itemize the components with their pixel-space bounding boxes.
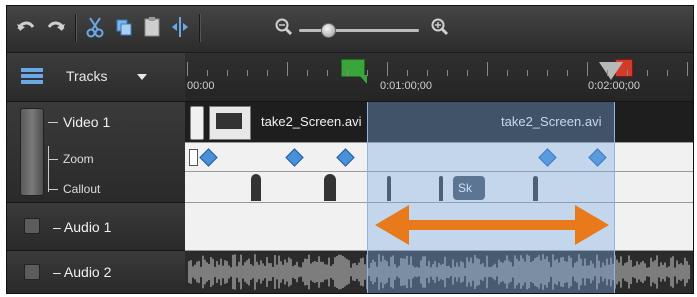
- callout-track-label[interactable]: Callout: [63, 182, 100, 196]
- audio1-label-text: Audio 1: [63, 219, 112, 235]
- toolbar-separator: [199, 14, 201, 42]
- tree-line: [48, 146, 49, 192]
- ruler-tick: [287, 62, 288, 76]
- tree-line: [48, 122, 58, 123]
- lock-icon[interactable]: [24, 218, 40, 234]
- ruler-tick: [227, 70, 228, 76]
- zoom-out-icon[interactable]: [273, 16, 295, 38]
- zoom-slider-knob[interactable]: [321, 23, 336, 38]
- ruler-tick: [547, 70, 548, 76]
- ruler-tick: [407, 70, 408, 76]
- ruler-tick: [367, 70, 368, 76]
- ruler-tick: [487, 62, 488, 76]
- ruler-time-label: 0:02:00;00: [588, 80, 640, 92]
- playhead-handle[interactable]: [599, 62, 623, 80]
- zoom-slider-track[interactable]: [299, 29, 419, 32]
- ruler-tick: [207, 70, 208, 76]
- timeline-window: Tracks Video 1 Zoom Callout – Audio 1 – …: [6, 5, 694, 294]
- ruler-tick: [587, 62, 588, 76]
- video-track-label[interactable]: Video 1: [63, 114, 110, 130]
- zoom-track-label[interactable]: Zoom: [63, 152, 94, 166]
- ruler-tick: [567, 70, 568, 76]
- clip-start-handle[interactable]: [190, 106, 204, 140]
- cut-icon[interactable]: [84, 16, 106, 38]
- video-clip-label[interactable]: take2_Screen.avi: [261, 114, 361, 129]
- ruler-tick: [607, 70, 608, 76]
- chevron-down-icon[interactable]: [137, 74, 147, 80]
- ruler-tick: [267, 70, 268, 76]
- ruler-tick: [447, 70, 448, 76]
- video-thumbnail: [209, 106, 251, 140]
- split-icon[interactable]: [169, 16, 191, 38]
- copy-icon[interactable]: [113, 16, 135, 38]
- ruler-time-label: 0:01:00;00: [380, 80, 432, 92]
- ruler-tick: [527, 70, 528, 76]
- ruler-tick: [687, 62, 688, 76]
- selection-range[interactable]: [367, 102, 615, 293]
- ruler-tick: [647, 70, 648, 76]
- tree-line: [48, 159, 58, 160]
- ruler-tick: [347, 70, 348, 76]
- tracks-list-icon[interactable]: [21, 68, 43, 89]
- ruler-tick: [507, 70, 508, 76]
- ruler-tick: [387, 62, 388, 76]
- ruler-tick: [467, 70, 468, 76]
- undo-icon[interactable]: [15, 16, 37, 38]
- lock-icon[interactable]: [24, 264, 40, 280]
- double-arrow-icon: [375, 205, 609, 245]
- redo-icon[interactable]: [45, 16, 67, 38]
- toolbar-separator: [75, 14, 77, 42]
- audio2-track-label[interactable]: – Audio 2: [53, 264, 111, 280]
- audio2-label-text: Audio 2: [63, 264, 112, 280]
- ruler-tick: [187, 62, 188, 76]
- tracks-dropdown-label[interactable]: Tracks: [66, 68, 107, 84]
- selection-start-pointer: [359, 75, 367, 84]
- ruler-tick: [247, 70, 248, 76]
- ruler-tick: [327, 70, 328, 76]
- ruler-time-label: 00:00: [187, 80, 215, 92]
- callout-clip[interactable]: [324, 174, 336, 201]
- zoom-in-icon[interactable]: [429, 16, 451, 38]
- ruler-tick: [307, 70, 308, 76]
- tree-line: [48, 189, 58, 190]
- audio1-track-label[interactable]: – Audio 1: [53, 219, 111, 235]
- ruler-tick: [667, 70, 668, 76]
- paste-icon[interactable]: [141, 16, 163, 38]
- callout-clip[interactable]: [251, 174, 261, 201]
- ruler-tick: [627, 70, 628, 76]
- ruler-tick: [427, 70, 428, 76]
- zoom-start-handle[interactable]: [189, 149, 198, 166]
- track-group-handle[interactable]: [20, 108, 44, 196]
